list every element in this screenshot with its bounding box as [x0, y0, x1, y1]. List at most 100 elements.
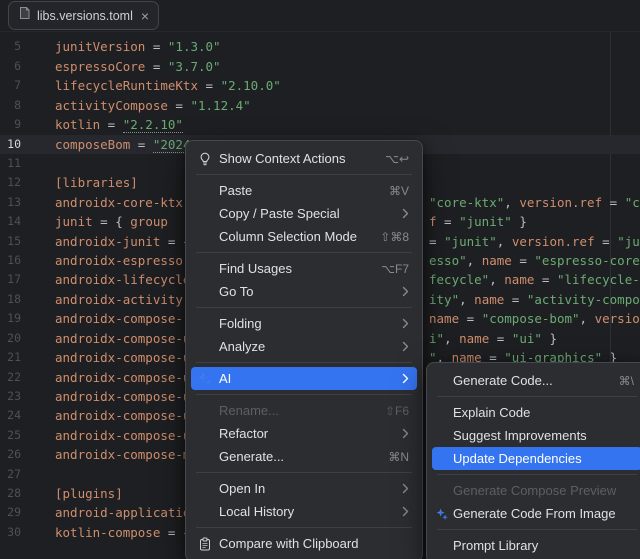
ai-submenu-item-suggest-improvements[interactable]: Suggest Improvements	[432, 424, 640, 447]
ai-submenu-item-generate-code-from-image[interactable]: Generate Code From Image	[432, 502, 640, 525]
line-number: 17	[0, 270, 21, 289]
menu-item-label: Generate Code From Image	[453, 506, 616, 521]
chevron-right-icon	[402, 341, 409, 352]
menu-item-label: Go To	[219, 284, 253, 299]
code-line-9[interactable]: 9kotlin = "2.2.10"	[0, 115, 640, 134]
menu-item-shortcut: ⌘\	[619, 374, 634, 388]
context-menu-item-go-to[interactable]: Go To	[191, 280, 417, 303]
ai-submenu-item-explain-code[interactable]: Explain Code	[432, 401, 640, 424]
code-text: androidx-activity-	[55, 290, 190, 309]
line-number: 18	[0, 290, 21, 309]
line-number: 14	[0, 212, 21, 231]
code-text: composeBom = "2024	[55, 135, 190, 154]
code-text: androidx-compose-u	[55, 406, 190, 425]
context-menu-item-paste[interactable]: Paste⌘V	[191, 179, 417, 202]
code-text: i", name = "ui" }	[429, 329, 557, 348]
chevron-right-icon	[402, 506, 409, 517]
line-number: 29	[0, 503, 21, 522]
tab-close-icon[interactable]: ×	[141, 10, 149, 22]
code-text: "core-ktx", version.ref = "cor	[429, 193, 640, 212]
editor-context-menu: Show Context Actions⌥↩ Paste⌘V Copy / Past…	[185, 140, 423, 559]
line-number: 10	[0, 135, 21, 154]
line-number: 7	[0, 76, 21, 95]
line-number: 19	[0, 309, 21, 328]
code-text: androidx-compose-u	[55, 426, 190, 445]
menu-separator	[437, 529, 637, 530]
menu-item-label: Copy / Paste Special	[219, 206, 340, 221]
context-menu-item-open-in[interactable]: Open In	[191, 477, 417, 500]
line-number: 24	[0, 406, 21, 425]
context-menu-item-find-usages[interactable]: Find Usages⌥F7	[191, 257, 417, 280]
chevron-right-icon	[402, 286, 409, 297]
code-text: androidx-espresso-	[55, 251, 190, 270]
code-text: kotlin-compose = {	[55, 523, 190, 542]
tab-libs-versions-toml[interactable]: libs.versions.toml ×	[8, 1, 159, 30]
context-menu-item-ai[interactable]: AI	[191, 367, 417, 390]
code-line-8[interactable]: 8activityCompose = "1.12.4"	[0, 96, 640, 115]
code-text: androidx-compose-u	[55, 348, 190, 367]
chevron-right-icon	[402, 208, 409, 219]
chevron-right-icon	[402, 373, 409, 384]
line-number: 9	[0, 115, 21, 134]
context-menu-item-copy-paste-special[interactable]: Copy / Paste Special	[191, 202, 417, 225]
context-menu-item-folding[interactable]: Folding	[191, 312, 417, 335]
code-text: androidx-junit = {	[55, 232, 190, 251]
line-number: 15	[0, 232, 21, 251]
code-line-7[interactable]: 7lifecycleRuntimeKtx = "2.10.0"	[0, 76, 640, 95]
clipboard-icon	[197, 537, 213, 551]
ai-submenu-item-generate-compose-preview[interactable]: Generate Compose Preview	[432, 479, 640, 502]
menu-separator	[437, 396, 637, 397]
line-number: 23	[0, 387, 21, 406]
code-line-5[interactable]: 5junitVersion = "1.3.0"	[0, 37, 640, 56]
context-menu-item-rename[interactable]: Rename...⇧F6	[191, 399, 417, 422]
menu-item-label: Folding	[219, 316, 262, 331]
code-text: esso", name = "espresso-core",	[429, 251, 640, 270]
context-menu-item-refactor[interactable]: Refactor	[191, 422, 417, 445]
code-text: androidx-compose-m	[55, 445, 190, 464]
menu-separator	[437, 474, 637, 475]
code-text: androidx-lifecycle	[55, 270, 190, 289]
context-menu-item-analyze[interactable]: Analyze	[191, 335, 417, 358]
context-menu-item-column-selection-mode[interactable]: Column Selection Mode⇧⌘8	[191, 225, 417, 248]
line-number: 28	[0, 484, 21, 503]
code-line-6[interactable]: 6espressoCore = "3.7.0"	[0, 57, 640, 76]
menu-item-label: Refactor	[219, 426, 268, 441]
menu-item-label: Paste	[219, 183, 252, 198]
menu-item-label: Generate Code...	[453, 373, 553, 388]
code-text: [plugins]	[55, 484, 123, 503]
menu-separator	[196, 174, 412, 175]
menu-item-shortcut: ⌘N	[388, 450, 409, 464]
code-text: junitVersion = "1.3.0"	[55, 37, 221, 56]
menu-item-label: Rename...	[219, 403, 279, 418]
code-text: name = "compose-bom", version.	[429, 309, 640, 328]
ai-submenu: Generate Code... ⌘\ Explain Code Suggest Im…	[426, 362, 640, 559]
menu-item-label: Update Dependencies	[453, 451, 582, 466]
chevron-right-icon	[402, 483, 409, 494]
menu-item-label: Explain Code	[453, 405, 530, 420]
line-number: 6	[0, 57, 21, 76]
ai-submenu-item-update-dependencies[interactable]: Update Dependencies	[432, 447, 640, 470]
menu-item-label: Generate Compose Preview	[453, 483, 616, 498]
code-text: [libraries]	[55, 173, 138, 192]
context-menu-item-local-history[interactable]: Local History	[191, 500, 417, 523]
menu-separator	[196, 527, 412, 528]
line-number: 30	[0, 523, 21, 542]
code-text: androidx-compose-u	[55, 387, 190, 406]
code-text: ity", name = "activity-compose"	[429, 290, 640, 309]
context-menu-item-show-context-actions[interactable]: Show Context Actions⌥↩	[191, 147, 417, 170]
menu-item-label: Local History	[219, 504, 294, 519]
ai-submenu-item-prompt-library[interactable]: Prompt Library	[432, 534, 640, 557]
context-menu-item-compare-with-clipboard[interactable]: Compare with Clipboard	[191, 532, 417, 555]
code-text: = "junit", version.ref = "junitV	[429, 232, 640, 251]
line-number: 8	[0, 96, 21, 115]
line-number: 27	[0, 465, 21, 484]
context-menu-item-generate[interactable]: Generate...⌘N	[191, 445, 417, 468]
menu-separator	[196, 307, 412, 308]
ide-window: libs.versions.toml × 5junitVersion = "1.…	[0, 0, 640, 559]
menu-item-shortcut: ⇧⌘8	[380, 230, 409, 244]
line-number: 22	[0, 368, 21, 387]
ai-submenu-item-generate-code[interactable]: Generate Code... ⌘\	[432, 369, 640, 392]
menu-separator	[196, 252, 412, 253]
menu-item-shortcut: ⌥F7	[381, 262, 409, 276]
menu-separator	[196, 394, 412, 395]
